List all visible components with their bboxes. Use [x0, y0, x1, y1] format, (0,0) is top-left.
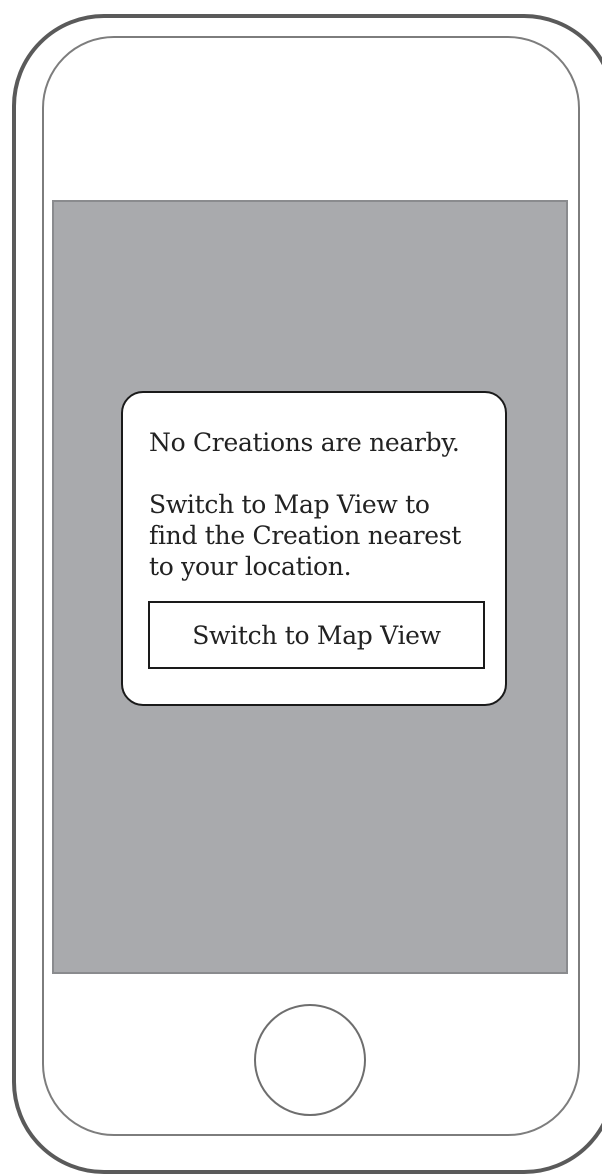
- dialog-message-line: Switch to Map View to: [149, 490, 430, 519]
- dialog-message: No Creations are nearby. Switch to Map V…: [149, 427, 494, 582]
- dialog-message-line: to your location.: [149, 552, 352, 581]
- home-button[interactable]: [254, 1004, 366, 1116]
- switch-to-map-view-button[interactable]: Switch to Map View: [148, 601, 485, 669]
- dialog-message-line: find the Creation nearest: [149, 521, 462, 550]
- no-creations-dialog: No Creations are nearby. Switch to Map V…: [121, 391, 507, 706]
- dialog-message-line: No Creations are nearby.: [149, 428, 460, 457]
